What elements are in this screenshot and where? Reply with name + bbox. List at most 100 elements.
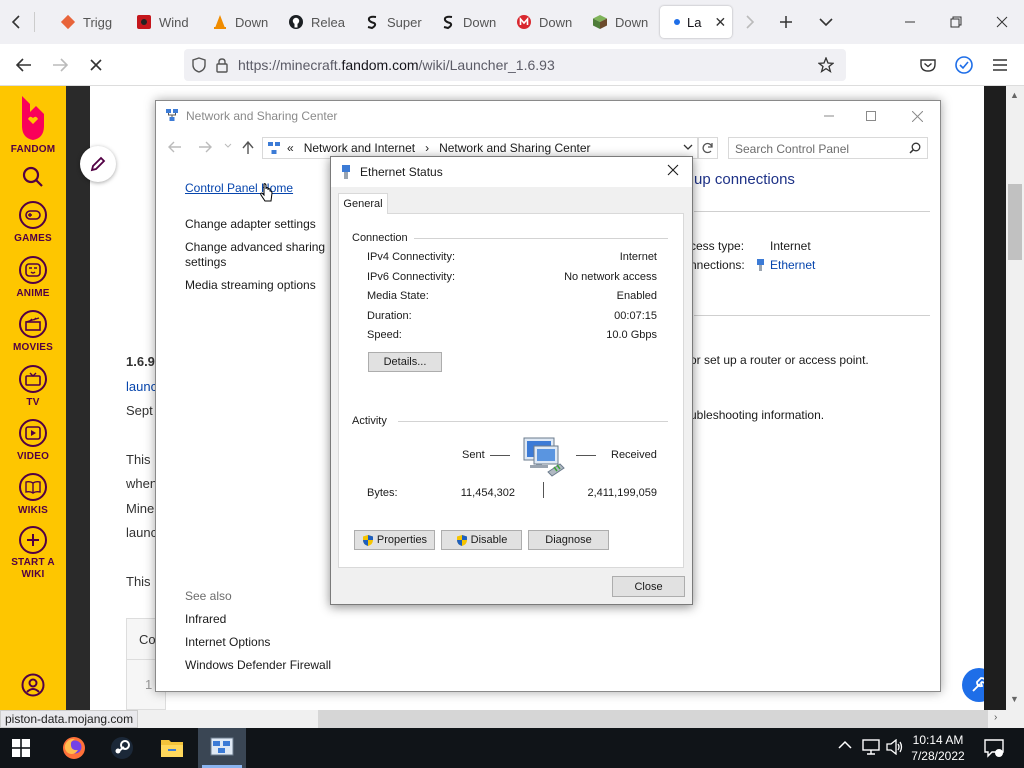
taskbar-clock[interactable]: 10:14 AM 7/28/2022 — [900, 732, 976, 764]
breadcrumb-network-sharing[interactable]: Network and Sharing Center — [439, 141, 590, 155]
nsc-close-button[interactable] — [904, 105, 930, 127]
taskbar-steam[interactable] — [110, 736, 134, 760]
url-bar[interactable]: https://minecraft.fandom.com/wiki/Launch… — [184, 49, 846, 81]
lock-icon[interactable] — [216, 57, 228, 73]
access-type-value: Internet — [770, 239, 811, 253]
nsc-maximize-button[interactable] — [858, 105, 884, 127]
troubleshoot-text[interactable]: ubleshooting information. — [690, 408, 824, 422]
setup-router-text[interactable]: or set up a router or access point. — [690, 353, 869, 367]
breadcrumb-overflow[interactable]: « — [287, 141, 294, 155]
nsc-refresh-button[interactable] — [698, 137, 718, 159]
taskbar-file-explorer[interactable] — [160, 737, 184, 759]
fandom-nav-anime[interactable]: ANIME — [0, 256, 66, 299]
start-button[interactable] — [12, 739, 30, 757]
disable-button[interactable]: Disable — [441, 530, 522, 550]
fandom-nav-video[interactable]: VIDEO — [0, 419, 66, 462]
page-scrollbar[interactable]: ▲ ▼ — [1006, 86, 1024, 710]
taskbar-control-panel-active[interactable] — [198, 728, 246, 768]
back-button[interactable] — [10, 51, 38, 79]
fandom-nav-start-wiki[interactable]: START A WIKI — [0, 526, 66, 581]
see-also-firewall-link[interactable]: Windows Defender Firewall — [185, 658, 331, 672]
scrollbar-thumb[interactable] — [1008, 184, 1022, 260]
fandom-nav-movies[interactable]: MOVIES — [0, 310, 66, 353]
stop-loading-button[interactable] — [82, 51, 110, 79]
account-button[interactable] — [950, 51, 978, 79]
windows-logo-icon — [12, 739, 30, 757]
media-streaming-options-link[interactable]: Media streaming options — [185, 278, 316, 292]
see-also-infrared-link[interactable]: Infrared — [185, 612, 226, 626]
tab-5[interactable]: Super — [354, 6, 426, 38]
change-adapter-settings-link[interactable]: Change adapter settings — [185, 217, 316, 231]
tab-2[interactable]: Wind — [126, 6, 198, 38]
nsc-back-button[interactable] — [168, 141, 182, 153]
details-button[interactable]: Details... — [368, 352, 442, 372]
folder-icon — [161, 740, 183, 757]
list-all-tabs-button[interactable] — [812, 8, 840, 36]
diagnose-button[interactable]: Diagnose — [528, 530, 609, 550]
network-tray-icon[interactable] — [862, 739, 880, 755]
change-advanced-sharing-link[interactable]: Change advanced sharing settings — [185, 240, 335, 270]
nsc-recent-button[interactable] — [224, 143, 232, 149]
fandom-search[interactable] — [0, 166, 66, 188]
close-button[interactable]: Close — [612, 576, 685, 597]
tab-8[interactable]: Down — [582, 6, 654, 38]
fandom-nav-wikis[interactable]: WIKIS — [0, 473, 66, 516]
fandom-logo[interactable]: FANDOM — [0, 94, 66, 155]
action-center-button[interactable] — [984, 738, 1004, 758]
tab-5-label: Super — [387, 14, 422, 30]
taskbar-firefox[interactable] — [62, 736, 86, 760]
app-menu-button[interactable] — [986, 51, 1014, 79]
pocket-button[interactable] — [914, 51, 942, 79]
fandom-nav-tv[interactable]: TV — [0, 365, 66, 408]
edit-page-button[interactable] — [80, 146, 116, 182]
browser-status-bar: piston-data.mojang.com › — [0, 710, 1024, 728]
see-also-internet-options-link[interactable]: Internet Options — [185, 635, 270, 649]
network-computer-icon — [522, 436, 568, 480]
notification-icon — [984, 739, 1004, 758]
close-window-button[interactable] — [988, 8, 1016, 36]
plus-circle-icon — [19, 526, 47, 554]
tab-1[interactable]: Trigg — [50, 6, 122, 38]
forward-button[interactable] — [46, 51, 74, 79]
nsc-minimize-button[interactable] — [816, 105, 842, 127]
page-download-link[interactable]: launc — [126, 379, 157, 394]
tab-4[interactable]: Relea — [278, 6, 350, 38]
tab-general[interactable]: General — [338, 193, 388, 214]
tab-3[interactable]: Down — [202, 6, 274, 38]
nsc-up-button[interactable] — [242, 141, 254, 155]
tab-4-label: Relea — [311, 14, 345, 30]
scroll-up-icon[interactable]: ▲ — [1010, 90, 1019, 100]
tab-scroll-left-button[interactable] — [2, 8, 30, 36]
tracking-shield-icon[interactable] — [192, 57, 206, 73]
horizontal-scrollbar-track[interactable] — [318, 710, 988, 728]
nsc-forward-button[interactable] — [198, 141, 212, 153]
ethernet-connection-link[interactable]: Ethernet — [770, 258, 815, 272]
new-tab-button[interactable] — [772, 8, 800, 36]
minimize-window-button[interactable] — [896, 8, 924, 36]
tab-9-active[interactable]: La ✕ — [660, 6, 732, 38]
properties-button[interactable]: Properties — [354, 530, 435, 550]
restore-window-button[interactable] — [942, 8, 970, 36]
fandom-nav-games[interactable]: GAMES — [0, 201, 66, 244]
ethernet-icon — [756, 258, 765, 272]
show-hidden-icons-button[interactable] — [838, 740, 852, 750]
scroll-right-icon[interactable]: › — [994, 712, 997, 723]
page-line-5: This — [126, 574, 151, 589]
ethernet-dialog-title: Ethernet Status — [360, 165, 443, 179]
control-panel-home-link[interactable]: Control Panel Home — [185, 181, 293, 195]
bookmark-star-icon[interactable] — [818, 57, 834, 73]
tab-scroll-right-button[interactable] — [736, 8, 764, 36]
close-tab-icon[interactable]: ✕ — [714, 14, 726, 31]
ethernet-dialog-close-button[interactable] — [667, 164, 679, 176]
nsc-search-box[interactable]: Search Control Panel — [728, 137, 928, 159]
address-dropdown-icon[interactable] — [683, 144, 693, 151]
tab-7[interactable]: Down — [506, 6, 578, 38]
scroll-down-icon[interactable]: ▼ — [1010, 694, 1019, 704]
breadcrumb-network-internet[interactable]: Network and Internet — [304, 141, 415, 155]
breadcrumb-separator[interactable]: › — [425, 141, 429, 155]
speed-value: 10.0 Gbps — [606, 329, 657, 341]
fandom-account[interactable] — [0, 673, 66, 697]
fandom-heart-icon — [22, 96, 44, 140]
tab-6[interactable]: Down — [430, 6, 502, 38]
fandom-logo-label: FANDOM — [10, 144, 56, 155]
